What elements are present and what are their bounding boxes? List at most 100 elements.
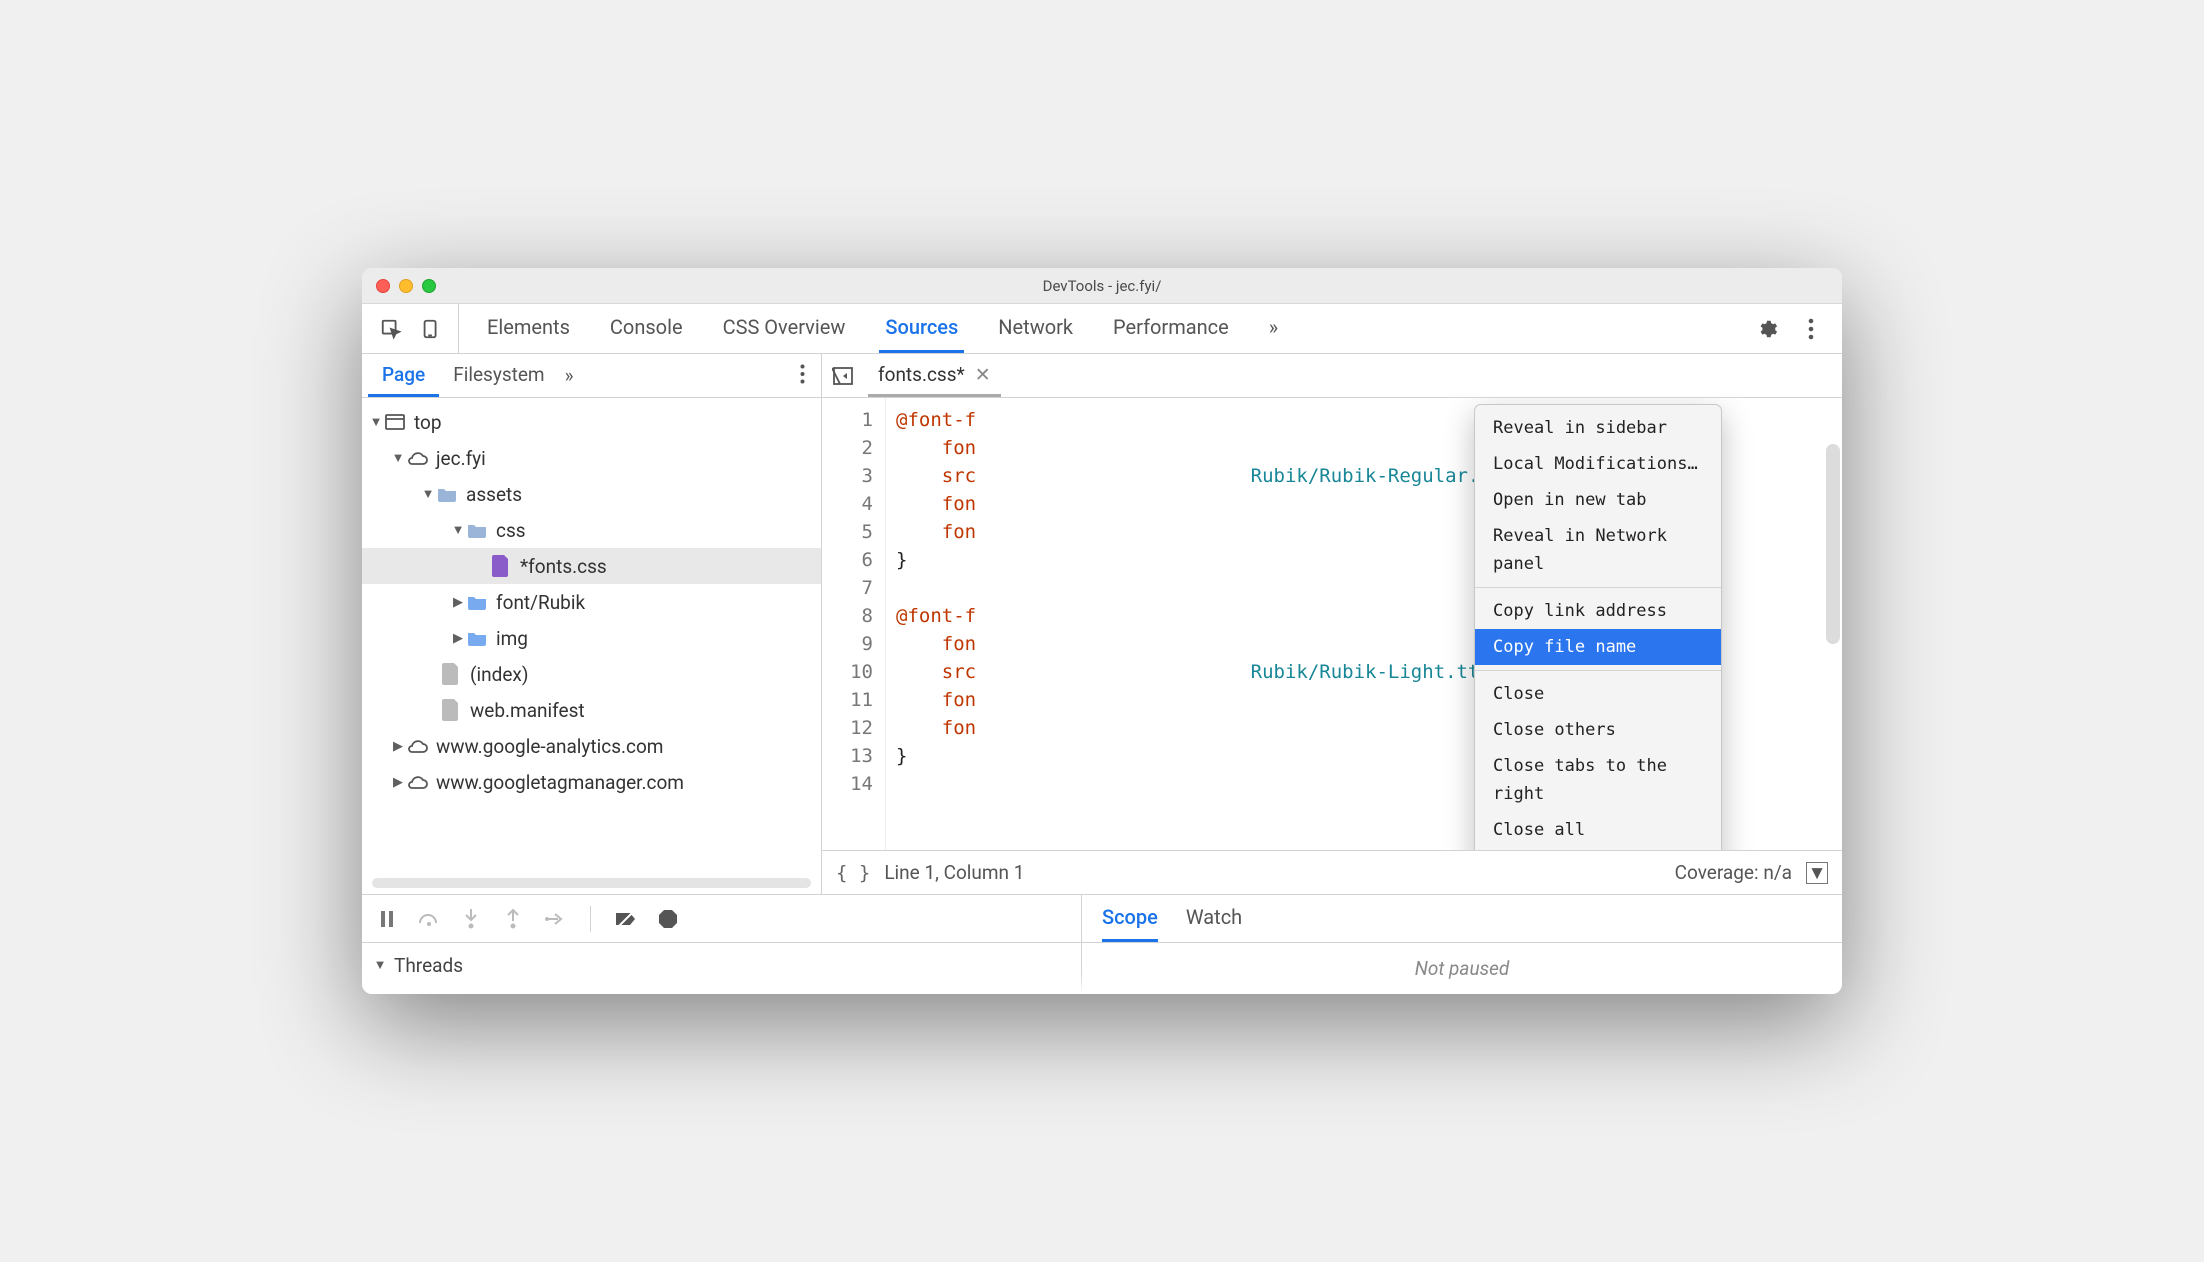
sources-body: Page Filesystem » ▼ top ▼ jec.fyi: [362, 354, 1842, 894]
tab-context-menu: Reveal in sidebar Local Modifications… O…: [1474, 404, 1722, 850]
menu-open-new-tab[interactable]: Open in new tab: [1475, 482, 1721, 518]
menu-close-right[interactable]: Close tabs to the right: [1475, 748, 1721, 812]
tab-network[interactable]: Network: [992, 304, 1079, 353]
folder-icon: [466, 591, 488, 613]
menu-separator: [1475, 670, 1721, 671]
stylesheet-file-icon: [490, 555, 512, 577]
document-file-icon: [440, 663, 462, 685]
cloud-icon: [406, 771, 428, 793]
tree-node-font-rubik[interactable]: ▶ font/Rubik: [362, 584, 821, 620]
toggle-navigator-icon[interactable]: [828, 361, 858, 391]
editor-tabstrip: fonts.css* ✕: [822, 354, 1842, 398]
tab-watch[interactable]: Watch: [1186, 895, 1242, 942]
tree-node-top[interactable]: ▼ top: [362, 404, 821, 440]
navigator-tabs: Page Filesystem »: [362, 354, 821, 398]
menu-close-others[interactable]: Close others: [1475, 712, 1721, 748]
deactivate-breakpoints-icon[interactable]: [613, 911, 639, 927]
pause-icon[interactable]: [374, 911, 400, 927]
debug-controls: [362, 895, 1081, 943]
editor-tab-label: fonts.css*: [878, 363, 965, 386]
tree-label: (index): [470, 663, 528, 686]
panel-tabs: Elements Console CSS Overview Sources Ne…: [459, 304, 1750, 353]
bottom-fade: [362, 974, 1842, 994]
main-toolbar: Elements Console CSS Overview Sources Ne…: [362, 304, 1842, 354]
pretty-print-icon[interactable]: { }: [836, 862, 870, 884]
frame-icon: [384, 411, 406, 433]
folder-open-icon: [466, 519, 488, 541]
tree-label: *fonts.css: [520, 555, 607, 578]
file-tree[interactable]: ▼ top ▼ jec.fyi ▼ assets ▼ css: [362, 398, 821, 874]
menu-local-modifications[interactable]: Local Modifications…: [1475, 446, 1721, 482]
menu-reveal-sidebar[interactable]: Reveal in sidebar: [1475, 410, 1721, 446]
navigator-tab-filesystem[interactable]: Filesystem: [439, 354, 558, 397]
tab-css-overview[interactable]: CSS Overview: [717, 304, 852, 353]
editor-panel: fonts.css* ✕ 1 2 3 4 5 6 7 8 9 10 11 12 …: [822, 354, 1842, 894]
navigator-tab-page[interactable]: Page: [368, 354, 439, 397]
chevron-down-icon: ▼: [372, 957, 388, 973]
tab-elements[interactable]: Elements: [481, 304, 576, 353]
tree-node-domain[interactable]: ▼ jec.fyi: [362, 440, 821, 476]
navigator-sidebar: Page Filesystem » ▼ top ▼ jec.fyi: [362, 354, 822, 894]
tree-node-assets[interactable]: ▼ assets: [362, 476, 821, 512]
tree-node-img[interactable]: ▶ img: [362, 620, 821, 656]
vertical-scrollbar[interactable]: [1826, 444, 1840, 644]
chevron-down-icon: ▼: [420, 486, 436, 502]
editor-tab-fonts-css[interactable]: fonts.css* ✕: [868, 354, 1001, 397]
code-editor[interactable]: 1 2 3 4 5 6 7 8 9 10 11 12 13 14 @font-f…: [822, 398, 1842, 850]
chevron-down-icon: ▼: [390, 450, 406, 466]
tree-label: assets: [466, 483, 522, 506]
step-into-icon[interactable]: [458, 909, 484, 929]
cloud-icon: [406, 447, 428, 469]
tree-node-ga[interactable]: ▶ www.google-analytics.com: [362, 728, 821, 764]
chevron-right-icon: ▶: [450, 631, 466, 646]
tab-sources[interactable]: Sources: [879, 304, 964, 353]
menu-copy-file-name[interactable]: Copy file name: [1475, 629, 1721, 665]
tree-label: www.google-analytics.com: [436, 735, 663, 758]
window-title: DevTools - jec.fyi/: [362, 277, 1842, 295]
menu-separator: [1475, 587, 1721, 588]
step-over-icon[interactable]: [416, 911, 442, 927]
tabs-overflow[interactable]: »: [1263, 304, 1284, 353]
tab-console[interactable]: Console: [604, 304, 689, 353]
coverage-label: Coverage: n/a: [1675, 861, 1792, 884]
tab-performance[interactable]: Performance: [1107, 304, 1235, 353]
tree-label: img: [496, 627, 528, 650]
folder-icon: [466, 627, 488, 649]
chevron-right-icon: ▶: [390, 775, 406, 790]
pause-on-exceptions-icon[interactable]: [655, 910, 681, 928]
navigator-tabs-overflow[interactable]: »: [565, 364, 574, 387]
tree-node-fonts-css[interactable]: *fonts.css: [362, 548, 821, 584]
devtools-window: DevTools - jec.fyi/ Elements Console CSS…: [362, 268, 1842, 994]
scope-watch-tabs: Scope Watch: [1082, 895, 1842, 943]
titlebar: DevTools - jec.fyi/: [362, 268, 1842, 304]
device-toggle-icon[interactable]: [414, 312, 448, 346]
menu-close[interactable]: Close: [1475, 676, 1721, 712]
tree-node-css[interactable]: ▼ css: [362, 512, 821, 548]
folder-open-icon: [436, 483, 458, 505]
chevron-down-icon: ▼: [368, 414, 384, 430]
menu-copy-link[interactable]: Copy link address: [1475, 593, 1721, 629]
inspect-element-icon[interactable]: [374, 312, 408, 346]
tree-label: web.manifest: [470, 699, 585, 722]
chevron-down-icon: ▼: [450, 522, 466, 538]
tree-node-gtm[interactable]: ▶ www.googletagmanager.com: [362, 764, 821, 800]
cursor-position: Line 1, Column 1: [884, 861, 1024, 884]
horizontal-scrollbar[interactable]: [372, 878, 811, 888]
close-tab-icon[interactable]: ✕: [975, 363, 991, 386]
tab-scope[interactable]: Scope: [1102, 895, 1158, 942]
toolbar-left: [370, 304, 459, 353]
coverage-dropdown-icon[interactable]: ▼: [1806, 862, 1828, 884]
step-out-icon[interactable]: [500, 909, 526, 929]
settings-gear-icon[interactable]: [1750, 312, 1784, 346]
menu-reveal-network[interactable]: Reveal in Network panel: [1475, 518, 1721, 582]
kebab-menu-icon[interactable]: [1794, 312, 1828, 346]
tree-label: font/Rubik: [496, 591, 585, 614]
tree-node-manifest[interactable]: web.manifest: [362, 692, 821, 728]
chevron-right-icon: ▶: [390, 739, 406, 754]
navigator-kebab-icon[interactable]: [790, 364, 815, 388]
toolbar-right: [1750, 312, 1834, 346]
editor-status-right: Coverage: n/a ▼: [1675, 861, 1828, 884]
menu-close-all[interactable]: Close all: [1475, 812, 1721, 848]
tree-node-index[interactable]: (index): [362, 656, 821, 692]
step-icon[interactable]: [542, 912, 568, 926]
